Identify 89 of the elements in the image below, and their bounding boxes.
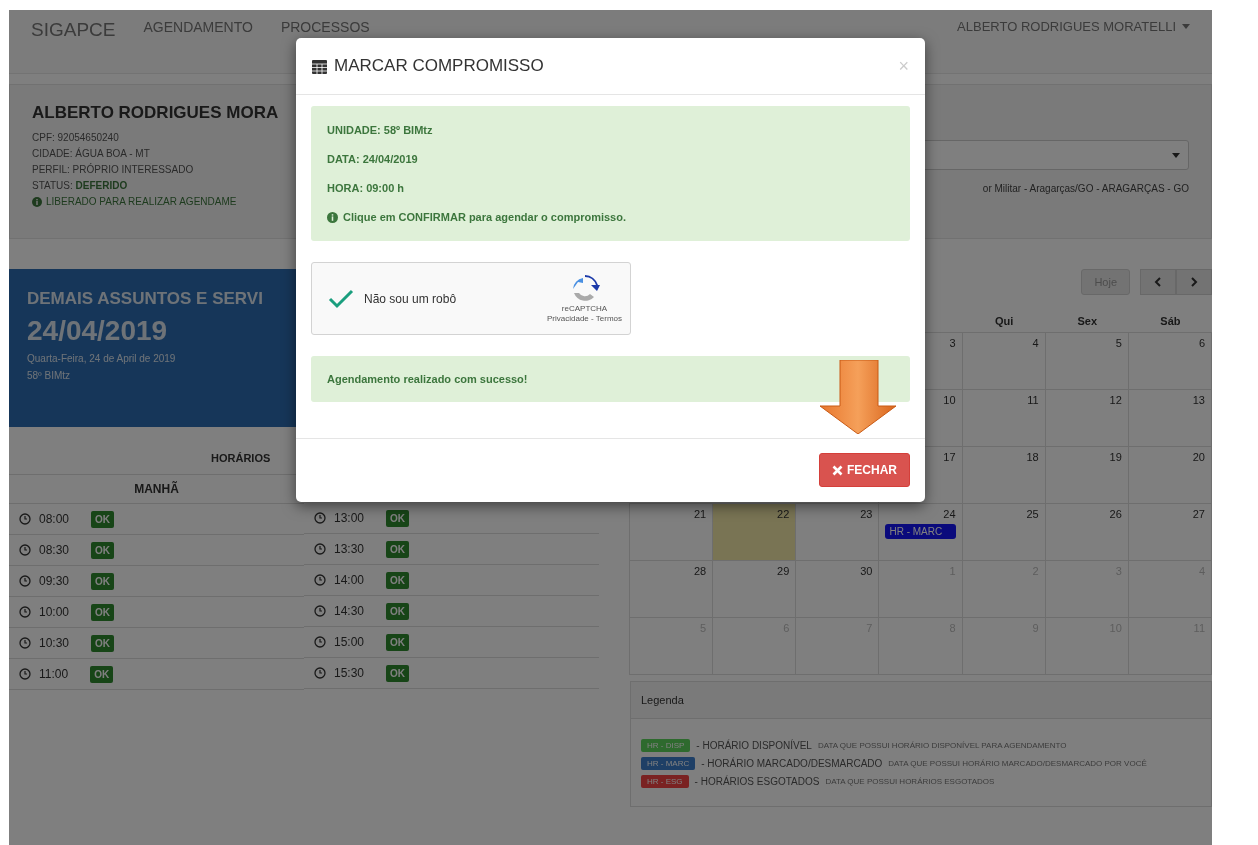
clock-icon xyxy=(19,575,31,587)
brand-title[interactable]: SIGAPCE xyxy=(31,19,116,41)
clock-icon xyxy=(19,513,31,525)
time-slot[interactable]: 08:30 OK xyxy=(9,535,304,566)
ok-badge[interactable]: OK xyxy=(386,540,410,558)
times-icon xyxy=(832,464,843,476)
calendar-day[interactable]: 6 xyxy=(1127,332,1212,390)
clock-icon xyxy=(314,512,326,524)
legend-label: - HORÁRIOS ESGOTADOS xyxy=(694,776,820,787)
clock-icon xyxy=(19,668,31,680)
next-button[interactable] xyxy=(1176,269,1212,295)
time-slot[interactable]: 15:30 OK xyxy=(304,658,599,689)
caret-icon xyxy=(1172,152,1180,158)
nav-link[interactable]: AGENDAMENTO xyxy=(143,19,253,35)
down-arrow-icon xyxy=(820,360,896,434)
weekday-header: Qui xyxy=(994,315,1014,327)
ok-badge[interactable]: OK xyxy=(386,509,410,527)
column-heading: MANHÃ xyxy=(134,482,179,496)
check-icon[interactable] xyxy=(328,288,354,309)
weekday-header: Sáb xyxy=(1160,315,1181,327)
detail-line: DATA: 24/04/2019 xyxy=(327,153,419,165)
time-slot[interactable]: 13:00 OK xyxy=(304,503,599,534)
chevron-right-icon xyxy=(1189,277,1199,287)
clock-icon xyxy=(19,606,31,618)
profile-detail: PERFIL: PRÓPRIO INTERESSADO xyxy=(32,164,194,175)
captcha-brand: reCAPTCHA xyxy=(561,303,608,313)
user-menu[interactable]: ALBERTO RODRIGUES MORATELLI xyxy=(957,19,1190,34)
nav-link[interactable]: PROCESSOS xyxy=(280,19,370,35)
ok-badge[interactable]: OK xyxy=(91,634,115,652)
clock-icon xyxy=(314,543,326,555)
time-slot[interactable]: 08:00 OK xyxy=(9,504,304,535)
clock-icon xyxy=(19,637,31,649)
ok-badge[interactable]: OK xyxy=(91,510,115,528)
notice-text: LIBERADO PARA REALIZAR AGENDAME xyxy=(46,196,237,207)
ok-badge[interactable]: OK xyxy=(386,633,410,651)
service-title: DEMAIS ASSUNTOS E SERVI xyxy=(27,289,263,309)
legend-badge: HR - DISP xyxy=(641,739,691,752)
success-alert: Agendamento realizado com sucesso! xyxy=(311,356,910,402)
clock-icon xyxy=(314,667,326,679)
time-slot[interactable]: 10:30 OK xyxy=(9,628,304,659)
chevron-left-icon xyxy=(1153,277,1163,287)
profile-detail: CPF: 92054650240 xyxy=(32,132,119,143)
time-slot[interactable]: 14:30 OK xyxy=(304,596,599,627)
weekday-header: Sex xyxy=(1077,315,1098,327)
profile-name: ALBERTO RODRIGUES MORA xyxy=(32,103,279,123)
service-weekday: Quarta-Feira, 24 de April de 2019 xyxy=(27,353,176,364)
clock-icon xyxy=(314,605,326,617)
time-slot[interactable]: 15:00 OK xyxy=(304,627,599,658)
ok-badge[interactable]: OK xyxy=(386,664,410,682)
legend-title: Legenda xyxy=(641,694,684,706)
info-icon xyxy=(327,211,338,223)
captcha-label: Não sou um robô xyxy=(364,291,458,306)
prev-button[interactable] xyxy=(1140,269,1176,295)
close-dialog-button[interactable]: FECHAR xyxy=(819,453,910,487)
ok-badge[interactable]: OK xyxy=(386,602,410,620)
service-unit: 58º BIMtz xyxy=(27,370,71,381)
hint-text: Clique em CONFIRMAR para agendar o compromisso. xyxy=(343,211,626,223)
modal-title: MARCAR COMPROMISSO xyxy=(334,56,545,76)
caret-icon xyxy=(1182,24,1190,29)
ok-badge[interactable]: OK xyxy=(90,665,114,683)
time-slot[interactable]: 11:00 OK xyxy=(9,659,304,690)
status-line: STATUS: DEFERIDO xyxy=(32,180,128,191)
time-slot[interactable]: 09:30 OK xyxy=(9,566,304,597)
legend-badge: HR - MARC xyxy=(641,757,696,770)
clock-icon xyxy=(314,636,326,648)
location-text: or Militar - Aragarças/GO - ARAGARÇAS - GO xyxy=(982,183,1189,194)
calendar-icon xyxy=(312,58,327,74)
detail-line: HORA: 09:00 h xyxy=(327,182,406,194)
calendar-day[interactable]: 22 xyxy=(712,503,797,561)
calendar-event[interactable]: HR - MARC xyxy=(885,524,956,539)
schedule-title: HORÁRIOS xyxy=(211,452,271,464)
time-slot[interactable]: 10:00 OK xyxy=(9,597,304,628)
detail-line: UNIDADE: 58º BIMtz xyxy=(327,124,434,136)
time-slot[interactable]: 13:30 OK xyxy=(304,534,599,565)
info-icon xyxy=(32,196,42,207)
service-date: 24/04/2019 xyxy=(27,315,168,347)
ok-badge[interactable]: OK xyxy=(386,571,410,589)
profile-detail: CIDADE: ÁGUA BOA - MT xyxy=(32,148,150,159)
time-slot[interactable]: 14:00 OK xyxy=(304,565,599,596)
ok-badge[interactable]: OK xyxy=(91,572,115,590)
ok-badge[interactable]: OK xyxy=(91,541,115,559)
ok-badge[interactable]: OK xyxy=(91,603,115,621)
clock-icon xyxy=(314,574,326,586)
legend-note: DATA QUE POSSUI HORÁRIOS ESGOTADOS xyxy=(825,777,995,786)
legend-badge: HR - ESG xyxy=(641,775,689,788)
legend-label: - HORÁRIO MARCADO/DESMARCADO xyxy=(701,758,883,769)
clock-icon xyxy=(19,544,31,556)
captcha-links[interactable]: Privacidade - Termos xyxy=(547,313,622,323)
legend-label: - HORÁRIO DISPONÍVEL xyxy=(696,740,812,751)
